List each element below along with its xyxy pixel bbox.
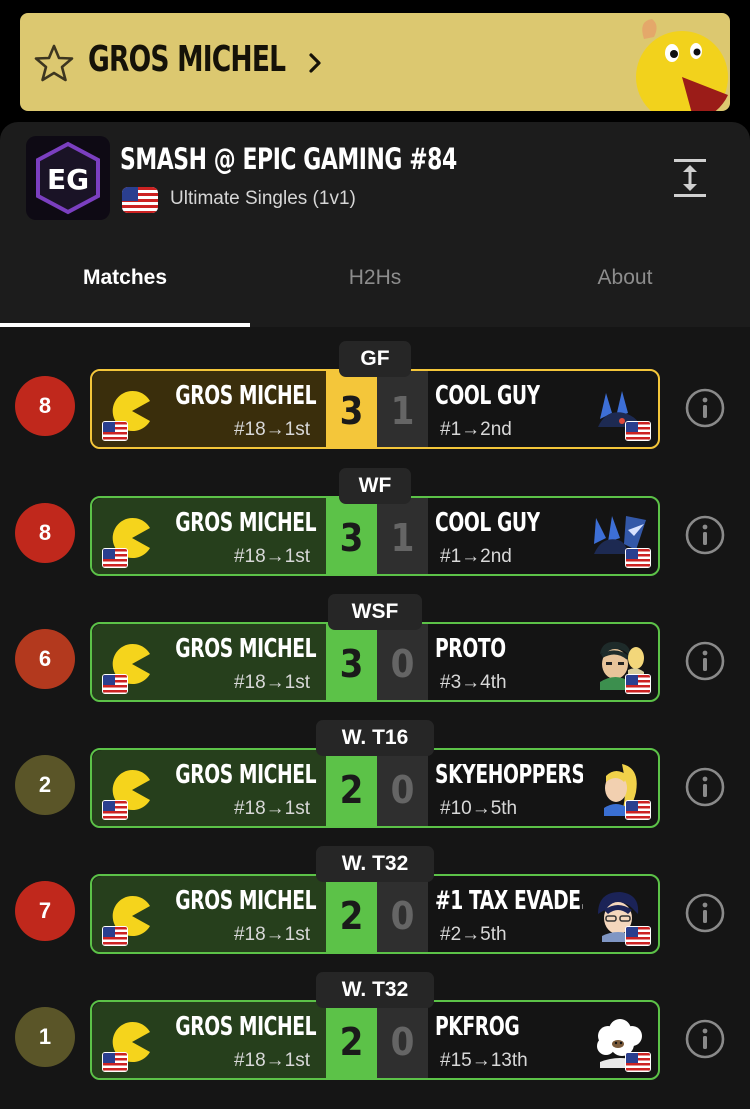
seed-number: 8 — [38, 520, 52, 545]
opponent-name: PKFROG — [435, 1012, 520, 1042]
player-seed: #18→1st — [233, 419, 310, 440]
us-flag-icon — [625, 800, 651, 820]
seed-number: 6 — [38, 646, 52, 671]
opponent-name: COOL GUY — [435, 381, 540, 411]
info-icon[interactable] — [684, 892, 726, 934]
match-card[interactable]: GROS MICHEL #18→1st 3 1 COOL GUY #1→2nd — [90, 369, 660, 449]
player-name: GROS MICHEL — [175, 886, 316, 916]
info-icon[interactable] — [684, 640, 726, 682]
match-row: 6 WSF GROS MICHEL #18→1st 3 0 PROTO #3→4… — [0, 594, 750, 702]
opponent-seed: #15→13th — [440, 1050, 528, 1071]
player-score: 3 — [326, 624, 377, 700]
info-icon[interactable] — [684, 766, 726, 808]
player-seed: #18→1st — [233, 924, 310, 945]
us-flag-icon — [625, 548, 651, 568]
player-banner[interactable]: GROS MICHEL — [20, 13, 730, 111]
info-icon[interactable] — [684, 387, 726, 429]
player-score: 2 — [326, 876, 377, 952]
opponent-name: COOL GUY — [435, 508, 540, 538]
us-flag-icon — [102, 674, 128, 694]
player-name: GROS MICHEL — [175, 508, 316, 538]
match-row: 2 W. T16 GROS MICHEL #18→1st 2 0 SKYEHOP… — [0, 720, 750, 828]
seed-badge: 1 — [15, 1007, 75, 1067]
info-icon[interactable] — [684, 514, 726, 556]
seed-number: 2 — [38, 772, 52, 797]
us-flag-icon — [102, 800, 128, 820]
tab-matches[interactable]: Matches — [0, 266, 250, 290]
opponent-seed: #1→2nd — [440, 419, 512, 440]
tournament-title: SMASH @ EPIC GAMING #84 — [120, 142, 457, 176]
banner-player-name: GROS MICHEL — [88, 39, 286, 80]
seed-badge: 8 — [15, 376, 75, 436]
match-card[interactable]: GROS MICHEL #18→1st 2 0 #1 TAX EVADE... … — [90, 874, 660, 954]
opponent-seed: #10→5th — [440, 798, 518, 819]
player-seed: #18→1st — [233, 672, 310, 693]
player-name: GROS MICHEL — [175, 760, 316, 790]
player-score: 2 — [326, 750, 377, 826]
opponent-name: SKYEHOPPERS — [435, 760, 583, 790]
round-label: WF — [339, 468, 411, 504]
opponent-seed: #2→5th — [440, 924, 507, 945]
pacman-character-icon — [636, 19, 728, 111]
player-score: 2 — [326, 1002, 377, 1078]
event-name: Ultimate Singles (1v1) — [170, 188, 356, 209]
round-label: W. T32 — [316, 846, 434, 882]
match-card[interactable]: GROS MICHEL #18→1st 3 1 COOL GUY #1→2nd — [90, 496, 660, 576]
us-flag-icon — [102, 1052, 128, 1072]
us-flag-icon — [625, 421, 651, 441]
player-name: GROS MICHEL — [175, 381, 316, 411]
seed-badge: 8 — [15, 503, 75, 563]
opponent-score: 1 — [377, 498, 428, 574]
match-row: 8 WF GROS MICHEL #18→1st 3 1 COOL GUY #1… — [0, 468, 750, 576]
opponent-score: 0 — [377, 624, 428, 700]
opponent-seed: #1→2nd — [440, 546, 512, 567]
opponent-score: 1 — [377, 371, 428, 447]
tab-about[interactable]: About — [500, 266, 750, 290]
us-flag-icon — [122, 187, 158, 213]
round-label: WSF — [328, 594, 422, 630]
tab-h2hs[interactable]: H2Hs — [250, 266, 500, 290]
us-flag-icon — [102, 548, 128, 568]
match-card[interactable]: GROS MICHEL #18→1st 2 0 PKFROG #15→13th — [90, 1000, 660, 1080]
seed-number: 8 — [38, 393, 52, 418]
opponent-name: #1 TAX EVADE... — [435, 886, 583, 916]
seed-badge: 6 — [15, 629, 75, 689]
us-flag-icon — [625, 926, 651, 946]
info-icon[interactable] — [684, 1018, 726, 1060]
expand-icon[interactable] — [672, 156, 708, 200]
player-score: 3 — [326, 371, 377, 447]
match-row: 7 W. T32 GROS MICHEL #18→1st 2 0 #1 TAX … — [0, 846, 750, 954]
seed-number: 1 — [38, 1024, 52, 1049]
round-label: GF — [339, 341, 411, 377]
us-flag-icon — [102, 926, 128, 946]
star-icon[interactable] — [34, 43, 74, 83]
seed-badge: 2 — [15, 755, 75, 815]
us-flag-icon — [625, 1052, 651, 1072]
tournament-logo: EG — [26, 136, 110, 220]
opponent-seed: #3→4th — [440, 672, 507, 693]
player-name: GROS MICHEL — [175, 634, 316, 664]
opponent-score: 0 — [377, 876, 428, 952]
player-seed: #18→1st — [233, 546, 310, 567]
opponent-name: PROTO — [435, 634, 506, 664]
opponent-score: 0 — [377, 750, 428, 826]
us-flag-icon — [625, 674, 651, 694]
logo-text: EG — [47, 163, 89, 196]
us-flag-icon — [102, 421, 128, 441]
player-name: GROS MICHEL — [175, 1012, 316, 1042]
match-row: 8 GF GROS MICHEL #18→1st 3 1 COOL GUY #1… — [0, 341, 750, 449]
match-card[interactable]: GROS MICHEL #18→1st 2 0 SKYEHOPPERS #10→… — [90, 748, 660, 828]
opponent-score: 0 — [377, 1002, 428, 1078]
round-label: W. T32 — [316, 972, 434, 1008]
chevron-right-icon — [309, 53, 321, 73]
seed-badge: 7 — [15, 881, 75, 941]
player-seed: #18→1st — [233, 798, 310, 819]
match-card[interactable]: GROS MICHEL #18→1st 3 0 PROTO #3→4th — [90, 622, 660, 702]
player-seed: #18→1st — [233, 1050, 310, 1071]
player-score: 3 — [326, 498, 377, 574]
round-label: W. T16 — [316, 720, 434, 756]
match-row: 1 W. T32 GROS MICHEL #18→1st 2 0 PKFROG … — [0, 972, 750, 1080]
seed-number: 7 — [38, 898, 52, 923]
